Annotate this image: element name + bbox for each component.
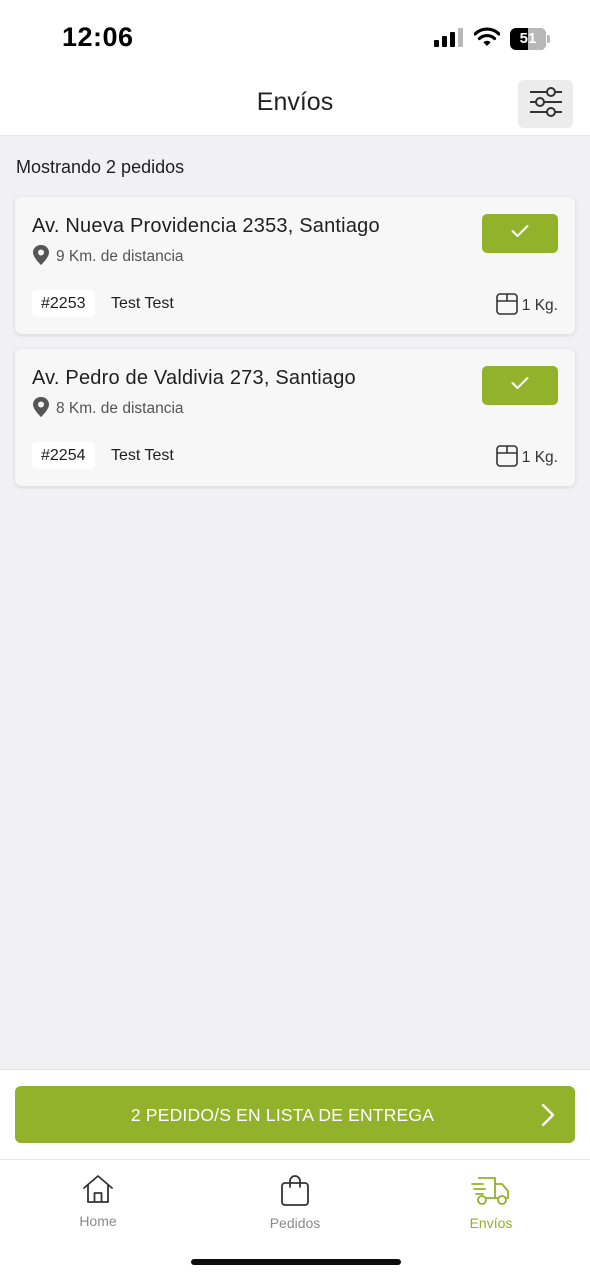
status-time: 12:06 [62, 22, 134, 52]
check-icon [511, 376, 529, 395]
location-pin-icon [32, 244, 50, 270]
distance-text: 9 Km. de distancia [56, 248, 184, 265]
confirm-button[interactable] [482, 366, 558, 405]
order-id-badge: #2253 [32, 290, 95, 317]
shipments-list: Mostrando 2 pedidos Av. Nueva Providenci… [0, 136, 590, 1069]
order-card[interactable]: Av. Pedro de Valdivia 273, Santiago 8 Km… [15, 349, 575, 486]
wifi-icon [473, 26, 501, 52]
delivery-action-area: 2 PEDIDO/S EN LISTA DE ENTREGA [0, 1069, 590, 1159]
delivery-list-button[interactable]: 2 PEDIDO/S EN LISTA DE ENTREGA [15, 1086, 575, 1143]
order-customer: Test Test [111, 447, 174, 464]
order-weight: 1 Kg. [495, 292, 558, 320]
order-address: Av. Pedro de Valdivia 273, Santiago [32, 367, 356, 389]
order-distance: 9 Km. de distancia [32, 244, 184, 270]
header: Envíos [0, 70, 590, 136]
status-bar: 12:06 51 [0, 0, 590, 80]
page-title: Envíos [256, 88, 334, 116]
tab-bar: Home Pedidos Envíos [0, 1159, 590, 1277]
distance-text: 8 Km. de distancia [56, 400, 184, 417]
tab-label: Pedidos [269, 1215, 321, 1231]
order-card[interactable]: Av. Nueva Providencia 2353, Santiago 9 K… [15, 197, 575, 334]
tab-envios[interactable]: Envíos [431, 1174, 551, 1244]
order-id-badge: #2254 [32, 442, 95, 469]
shopping-bag-icon [280, 1174, 310, 1211]
location-pin-icon [32, 396, 50, 422]
orders-count-label: Mostrando 2 pedidos [16, 157, 185, 177]
order-weight: 1 Kg. [495, 444, 558, 472]
weight-text: 1 Kg. [521, 297, 558, 314]
weight-text: 1 Kg. [521, 449, 558, 466]
tab-pedidos[interactable]: Pedidos [235, 1174, 355, 1244]
filter-button[interactable] [518, 80, 573, 128]
tab-label: Home [79, 1213, 117, 1229]
chevron-right-icon [541, 1103, 555, 1132]
status-icons: 51 [434, 26, 550, 52]
package-box-icon [495, 292, 518, 320]
home-indicator [191, 1259, 401, 1265]
home-icon [82, 1174, 114, 1209]
order-address: Av. Nueva Providencia 2353, Santiago [32, 215, 380, 237]
confirm-button[interactable] [482, 214, 558, 253]
tab-label: Envíos [469, 1215, 513, 1231]
battery-icon: 51 [510, 28, 550, 50]
battery-level: 51 [519, 30, 537, 47]
package-box-icon [495, 444, 518, 472]
order-customer: Test Test [111, 295, 174, 312]
tab-home[interactable]: Home [38, 1174, 158, 1244]
sliders-icon [529, 86, 563, 122]
cellular-signal-icon [434, 27, 464, 52]
order-distance: 8 Km. de distancia [32, 396, 184, 422]
check-icon [511, 224, 529, 243]
delivery-truck-icon [471, 1174, 511, 1211]
delivery-list-label: 2 PEDIDO/S EN LISTA DE ENTREGA [130, 1105, 435, 1125]
